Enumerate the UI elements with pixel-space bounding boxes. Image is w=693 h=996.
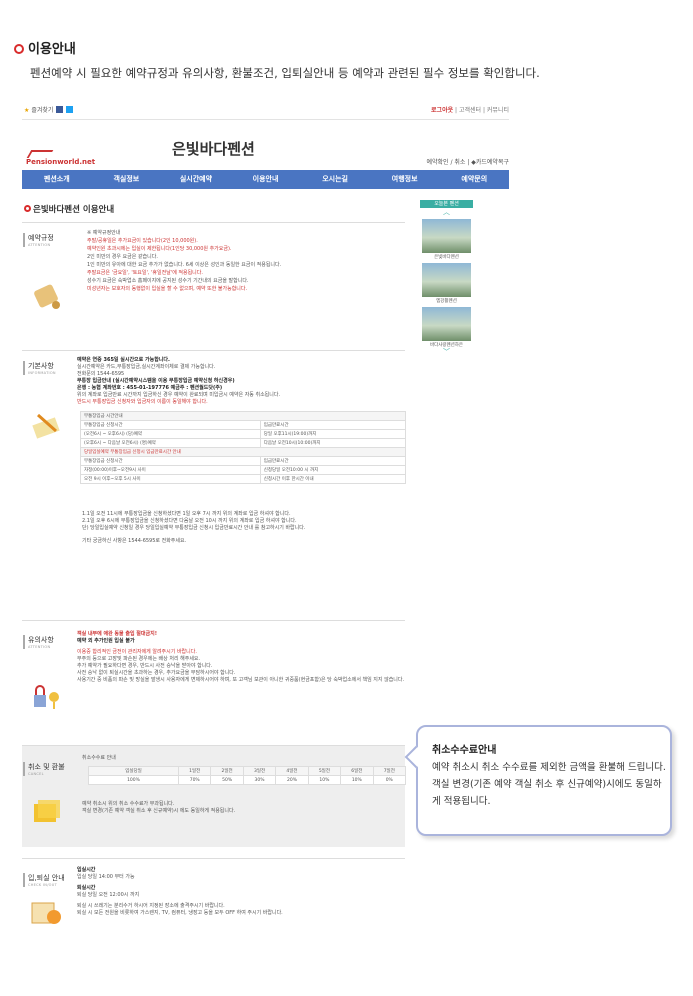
nav-item[interactable]: 이용안내 xyxy=(231,170,301,189)
section-title: 이용안내 xyxy=(14,38,76,57)
page-title: 은빛바다펜션 이용안내 xyxy=(24,203,114,215)
logout-link[interactable]: 로그아웃 xyxy=(431,107,453,114)
refund-callout: 취소수수료안내 예약 취소시 취소 수수료를 제외한 금액을 환불해 드립니다.… xyxy=(416,725,672,836)
reservation-check-link[interactable]: 예약확인 / 취소 xyxy=(426,159,465,166)
thumbnail-label[interactable]: 엠강활펜션 xyxy=(420,298,473,304)
section-label: 유의사항 ATTENTION xyxy=(23,635,73,649)
calendar-clock-icon xyxy=(31,902,61,924)
recently-viewed-panel: 오늘본 펜션 ︿ 은빛바다펜션 엠강활펜션 바다사랑펜션하은 ﹀ xyxy=(420,200,473,370)
pension-thumbnail[interactable] xyxy=(422,307,471,341)
refund-fee-table: 입실당일 1일전 2일전 3일전 4일전 5일전 6일전 7일전 100% 70% 50% 30% 2… xyxy=(88,766,407,785)
circle-bullet-icon xyxy=(14,44,24,54)
facebook-icon[interactable] xyxy=(56,106,64,113)
chevron-down-icon[interactable]: ﹀ xyxy=(420,348,473,356)
section-label: 입,퇴실 안내 CHECK IN/OUT xyxy=(23,873,73,887)
community-link[interactable]: 커뮤니티 xyxy=(487,107,509,114)
top-utility-bar: ★ 즐겨찾기 로그아웃 | 고객센터 | 커뮤니티 xyxy=(22,100,509,120)
scroll-icon xyxy=(34,284,60,309)
site-logo[interactable]: Pensionworld.net xyxy=(26,150,95,166)
thumbnail-label[interactable]: 은빛바다펜션 xyxy=(420,254,473,260)
top-links: 로그아웃 | 고객센터 | 커뮤니티 xyxy=(431,107,509,114)
favorite-link[interactable]: ★ 즐겨찾기 xyxy=(24,105,74,114)
pencil-paper-icon xyxy=(32,413,60,439)
coins-icon xyxy=(34,800,60,822)
checkin-text: 입실시간 입실 당일 14:00 부터 가능 퇴실시간 퇴실 당일 오전 12:… xyxy=(77,867,283,916)
basic-info-section: 기본사항 INFORMATION 예약은 연중 365일 실시간으로 가능합니다.… xyxy=(22,350,407,598)
refund-notes: 예약 취소시 위의 취소 수수료가 부과됩니다. 객실 변경(기존 예약 객실 … xyxy=(82,801,236,814)
star-icon: ★ xyxy=(24,107,30,114)
refund-section: 취소 및 환불 CANCEL 취소수수료 안내 입실당일 1일전 2일전 3일전 4일전 5… xyxy=(22,745,407,847)
twitter-icon[interactable] xyxy=(66,106,74,113)
site-title: 은빛바다펜션 xyxy=(172,140,255,158)
rules-list: ※ 예약규정안내 주말/공휴일은 추가요금이 있습니다(2인 10,000원).… xyxy=(87,230,282,292)
nav-item[interactable]: 여행정보 xyxy=(370,170,440,189)
circle-bullet-icon xyxy=(24,205,31,212)
header-links: 예약확인 / 취소 | ◆카드예약복구 xyxy=(426,159,509,166)
chevron-up-icon[interactable]: ︿ xyxy=(420,208,473,216)
nav-item[interactable]: 예약문의 xyxy=(439,170,509,189)
nav-item[interactable]: 객실정보 xyxy=(92,170,162,189)
main-nav: 펜션소개 객실정보 실시간예약 이용안내 오시는길 여행정보 예약문의 xyxy=(22,170,509,189)
nav-item[interactable]: 실시간예약 xyxy=(161,170,231,189)
reservation-rules-section: 예약규정 ATTENTION ※ 예약규정안내 주말/공휴일은 추가요금이 있습니… xyxy=(22,222,405,342)
nav-item[interactable]: 펜션소개 xyxy=(22,170,92,189)
checkin-section: 입,퇴실 안내 CHECK IN/OUT 입실시간 입실 당일 14:00 부터 … xyxy=(22,858,405,953)
card-recovery-link[interactable]: 카드예약복구 xyxy=(476,159,509,166)
section-label: 예약규정 ATTENTION xyxy=(23,233,73,247)
panel-header: 오늘본 펜션 xyxy=(420,200,473,208)
callout-title: 취소수수료안내 xyxy=(432,745,497,756)
refund-head: 취소수수료 안내 xyxy=(82,755,116,761)
lock-key-icon xyxy=(34,685,59,709)
callout-body: 예약 취소시 취소 수수료를 제외한 금액을 환불해 드립니다. 객실 변경(기… xyxy=(432,762,666,807)
caution-text: 객실 내부에 애완 동물 출입 절대금지! 예약 외 추가인원 입실 불가 이용… xyxy=(77,631,405,683)
roof-logo-icon xyxy=(26,150,54,158)
section-label: 취소 및 환불 CANCEL xyxy=(23,762,73,776)
section-label: 기본사항 INFORMATION xyxy=(23,361,73,375)
deposit-time-table: 무통장입금 시간안내 무통장입금 신청시간 입금만료시간 (오전6시 ~ 오후6시… xyxy=(80,411,407,484)
nav-item[interactable]: 오시는길 xyxy=(300,170,370,189)
deposit-notes: 1.1일 오전 11시에 무통장입금을 신청하셨다면 1일 오후 7시 까지 위… xyxy=(82,511,306,544)
basic-info-text: 예약은 연중 365일 실시간으로 가능합니다. 실시간예약은 카드,무통장입금… xyxy=(77,357,281,405)
pension-thumbnail[interactable] xyxy=(422,263,471,297)
caution-section: 유의사항 ATTENTION 객실 내부에 애완 동물 출입 절대금지! 예약 외… xyxy=(22,620,405,725)
pension-thumbnail[interactable] xyxy=(422,219,471,253)
section-description: 펜션예약 시 필요한 예약규정과 유의사항, 환불조건, 입퇴실안내 등 예약과… xyxy=(30,66,540,80)
customer-center-link[interactable]: 고객센터 xyxy=(459,107,481,114)
